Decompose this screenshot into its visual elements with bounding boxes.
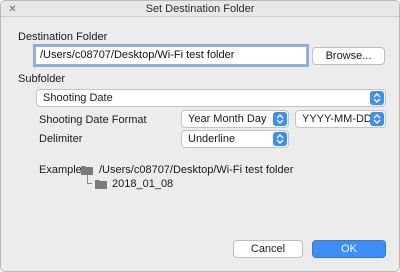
example-child-folder: 2018_01_08 [112,178,174,190]
date-format-select-value: Year Month Day [188,113,267,125]
up-down-chevron-icon [370,112,384,126]
window-title: Set Destination Folder [145,3,255,15]
delimiter-label: Delimiter [39,133,83,145]
up-down-chevron-icon [370,91,384,105]
date-format-select[interactable]: Year Month Day [181,110,289,128]
folder-icon [81,166,93,175]
delimiter-select[interactable]: Underline [181,130,289,148]
up-down-chevron-icon [273,132,287,146]
cancel-button[interactable]: Cancel [233,240,303,258]
example-label: Example: [39,164,85,176]
title-bar: ✕ Set Destination Folder [1,1,399,17]
tree-connector [87,175,92,184]
folder-icon [95,180,107,189]
browse-button[interactable]: Browse... [312,47,385,65]
subfolder-select[interactable]: Shooting Date [36,89,386,107]
destination-folder-label: Destination Folder [18,31,108,43]
subfolder-label: Subfolder [18,73,66,85]
subfolder-select-value: Shooting Date [43,92,113,104]
delimiter-select-value: Underline [188,133,236,145]
shooting-date-format-label: Shooting Date Format [39,114,147,126]
date-pattern-select[interactable]: YYYY-MM-DD [295,110,386,128]
up-down-chevron-icon [273,112,287,126]
ok-button[interactable]: OK [312,240,386,258]
date-pattern-select-value: YYYY-MM-DD [302,113,372,125]
example-root-path: /Users/c08707/Desktop/Wi-Fi test folder [99,164,294,176]
dialog-window: ✕ Set Destination Folder Destination Fol… [0,0,400,272]
destination-path-field[interactable]: /Users/c08707/Desktop/Wi-Fi test folder [35,46,307,65]
